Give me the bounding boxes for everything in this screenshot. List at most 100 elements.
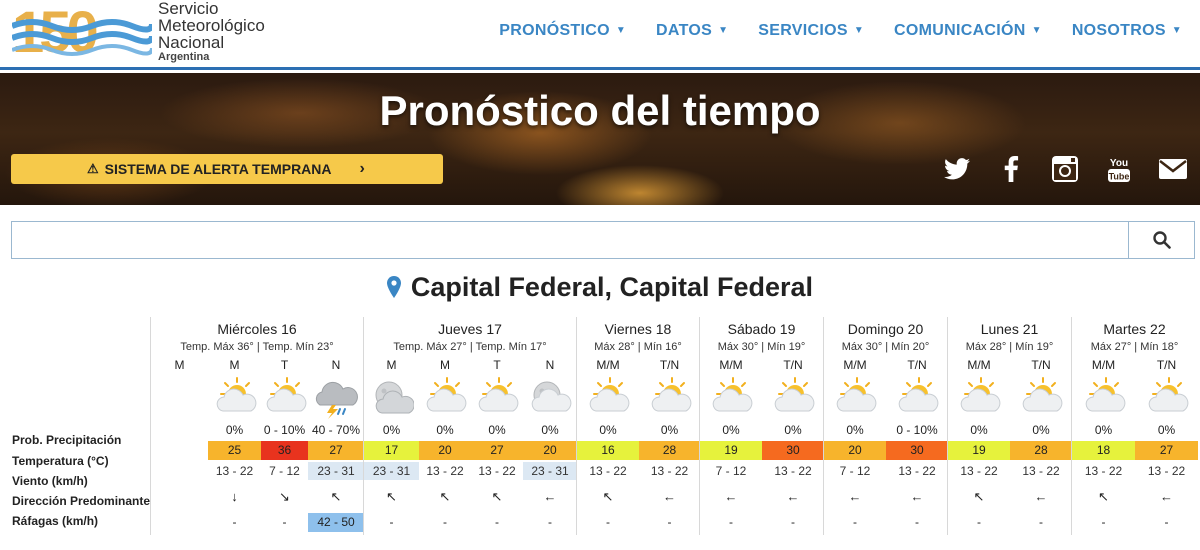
period-label: M/M	[967, 358, 991, 372]
forecast-period: T 0% 27 13 - 22 ↖ -	[471, 317, 523, 535]
facebook-icon[interactable]	[996, 155, 1026, 183]
period-label: T/N	[659, 358, 680, 372]
location-search	[11, 221, 1195, 259]
forecast-day: Viernes 18 Máx 28° | Mín 16° M/M 0% 16 13 - 2…	[576, 317, 700, 535]
wind-speed: 13 - 22	[215, 464, 254, 478]
gust-speed: -	[1101, 515, 1106, 529]
main-nav: PRONÓSTICO ▼ DATOS ▼ SERVICIOS ▼ COMUNICACI…	[499, 22, 1182, 40]
page-title: Pronóstico del tiempo	[379, 87, 821, 134]
wind-speed: 23 - 31	[364, 462, 419, 480]
caret-down-icon: ▼	[718, 25, 729, 36]
wind-speed: 13 - 22	[1147, 464, 1186, 478]
mail-icon[interactable]	[1158, 155, 1188, 183]
wind-speed: 23 - 31	[308, 462, 364, 480]
partly-sunny-icon	[475, 375, 519, 417]
wind-speed: 13 - 22	[589, 464, 627, 478]
search-button[interactable]	[1128, 222, 1194, 258]
caret-down-icon: ▼	[615, 25, 627, 36]
warning-icon: ⚠	[87, 161, 99, 176]
wind-direction-arrow-icon: ↖	[491, 489, 503, 504]
nav-comunicacion[interactable]: COMUNICACIÓN ▼	[894, 22, 1042, 40]
temperature-cell: 18	[1072, 441, 1135, 460]
nav-datos[interactable]: DATOS ▼	[656, 22, 728, 40]
gust-speed: -	[389, 515, 394, 529]
search-input[interactable]	[12, 222, 1128, 258]
nav-label: SERVICIOS	[758, 22, 848, 39]
precip-probability: 0%	[436, 423, 454, 437]
period-label: M/M	[596, 358, 620, 372]
instagram-icon[interactable]	[1050, 155, 1080, 183]
forecast-period: M/M 0% 19 13 - 22 ↖ -	[948, 317, 1010, 535]
forecast-period: M/M 0% 19 7 - 12 ← -	[700, 317, 762, 535]
temperature-cell: 27	[308, 441, 364, 460]
forecast-day: Lunes 21 Máx 28° | Mín 19° M/M 0% 19 13 - 22 ↖…	[947, 317, 1072, 535]
nav-servicios[interactable]: SERVICIOS ▼	[758, 22, 864, 40]
smn-logo[interactable]: 150 Servicio Meteorológico Nacional Arge…	[12, 0, 282, 63]
gust-speed: 42 - 50	[308, 513, 364, 532]
precip-probability: 0%	[1032, 423, 1050, 437]
precip-probability: 0%	[1094, 423, 1113, 437]
early-warning-button[interactable]: ⚠ SISTEMA DE ALERTA TEMPRANA ›	[11, 154, 443, 184]
logo-waves-icon: 150	[12, 6, 152, 58]
period-label: T/N	[1031, 358, 1051, 372]
svg-text:Tube: Tube	[1109, 172, 1130, 182]
forecast-day: Martes 22 Máx 27° | Mín 18° M/M 0% 18 13 - 22…	[1071, 317, 1198, 535]
temperature-cell: 16	[577, 441, 639, 460]
precip-probability: 0%	[784, 423, 802, 437]
wind-direction-arrow-icon: ←	[724, 489, 738, 504]
precip-probability: 0%	[599, 423, 617, 437]
chevron-right-icon: ›	[359, 160, 365, 177]
wind-direction-arrow-icon: ↖	[1098, 489, 1109, 504]
partly-sunny-icon	[957, 375, 1001, 417]
wind-speed: 13 - 22	[774, 464, 812, 478]
partly-cloudy-night-icon	[528, 375, 572, 417]
forecast-day: Jueves 17 Temp. Máx 27° | Temp. Mín 17° M 0…	[363, 317, 577, 535]
gust-speed: -	[853, 515, 857, 529]
top-navbar: 150 Servicio Meteorológico Nacional Arge…	[0, 0, 1200, 70]
temperature-cell: 17	[364, 441, 419, 460]
partly-sunny-icon	[771, 375, 815, 417]
wind-direction-arrow-icon: ↖	[602, 489, 614, 504]
temperature-cell: 36	[261, 441, 308, 460]
forecast-period: T/N 0% 27 13 - 22 ← -	[1135, 317, 1198, 535]
youtube-icon[interactable]: You Tube	[1104, 155, 1134, 183]
nav-nosotros[interactable]: NOSOTROS ▼	[1072, 22, 1182, 40]
period-label: T/N	[1156, 358, 1177, 372]
nav-label: DATOS	[656, 22, 713, 39]
nav-label: NOSOTROS	[1071, 22, 1166, 39]
gust-speed: -	[548, 515, 552, 529]
period-label: M	[386, 358, 397, 372]
nav-pronostico[interactable]: PRONÓSTICO ▼	[499, 22, 626, 40]
wind-direction-arrow-icon: ↖	[973, 489, 985, 504]
forecast-period: T/N 0% 28 13 - 22 ← -	[1010, 317, 1072, 535]
precip-probability: 0%	[722, 423, 740, 437]
gust-speed: -	[729, 515, 733, 529]
social-links: You Tube	[942, 155, 1188, 183]
wind-direction-arrow-icon: ↘	[279, 489, 290, 504]
forecast-period: T/N 0% 30 13 - 22 ← -	[762, 317, 824, 535]
precip-probability: 0%	[660, 423, 679, 437]
period-label: M	[440, 358, 450, 372]
wind-direction-arrow-icon: ←	[1160, 489, 1173, 504]
gust-speed: -	[915, 515, 919, 529]
nav-label: COMUNICACIÓN	[894, 22, 1026, 39]
temperature-cell: 25	[208, 441, 261, 460]
wind-speed: 13 - 22	[898, 464, 936, 478]
precip-probability: 0%	[846, 423, 864, 437]
temperature-cell: 27	[471, 441, 523, 460]
precip-probability: 0%	[382, 423, 401, 437]
temperature-cell: 28	[639, 441, 700, 460]
wind-direction-arrow-icon: ↖	[439, 489, 451, 504]
period-label: N	[331, 358, 341, 372]
wind-speed: 23 - 31	[523, 462, 577, 480]
wind-direction-arrow-icon: ←	[786, 489, 800, 504]
period-label: M/M	[843, 358, 867, 372]
twitter-icon[interactable]	[942, 155, 972, 183]
forecast-period: T 0 - 10% 36 7 - 12 ↘ -	[261, 317, 308, 535]
partly-sunny-icon	[1145, 375, 1189, 417]
temperature-cell: 28	[1010, 441, 1072, 460]
gust-speed: -	[495, 515, 499, 529]
search-icon	[1152, 231, 1171, 249]
precip-probability: 0%	[488, 423, 506, 437]
wind-direction-arrow-icon: ←	[1034, 489, 1048, 504]
